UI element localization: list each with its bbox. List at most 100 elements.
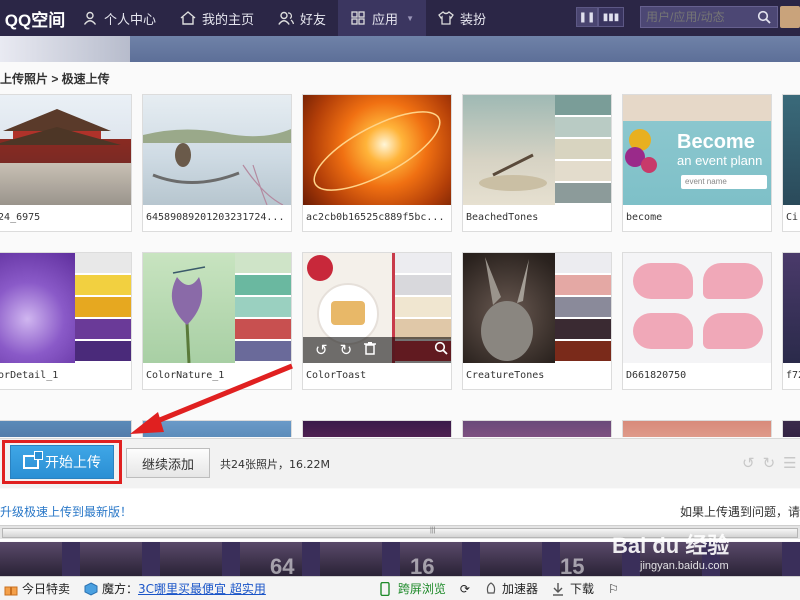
scrollbar-grip-icon: ||| xyxy=(430,527,436,534)
strip-photo[interactable] xyxy=(0,542,62,576)
flag-icon[interactable]: ⚐ xyxy=(608,582,619,596)
accelerator-label: 加速器 xyxy=(501,582,538,596)
cube-icon xyxy=(84,581,98,596)
pause-icon[interactable]: ❚❚ xyxy=(576,7,598,27)
top-navigation: QQ空间 个人中心 我的主页 好友 应用 ▼ 装扮 ❚❚ ▮▮▮ xyxy=(0,0,800,36)
photo-card[interactable]: f72 xyxy=(782,252,800,390)
undo-icon[interactable]: ↺ xyxy=(742,454,755,472)
baidu-watermark-url: jingyan.baidu.com xyxy=(640,560,729,572)
magic-label: 魔方： xyxy=(102,582,139,596)
upload-summary: 共24张照片，16.22M xyxy=(220,458,330,471)
photo-card[interactable] xyxy=(782,420,800,437)
nav-item-apps[interactable]: 应用 ▼ xyxy=(338,0,426,36)
photo-caption: CreatureTones xyxy=(466,370,545,381)
upload-dialog: 上传照片 > 极速上传 1924_6975 645890892012032317… xyxy=(0,62,800,542)
view-toggle: ❚❚ ▮▮▮ xyxy=(576,7,624,27)
strip-number: 16 xyxy=(410,554,435,576)
photo-thumbnail: ↺ ↻ xyxy=(303,253,451,363)
redo-icon[interactable]: ↻ xyxy=(763,454,776,472)
photo-card[interactable] xyxy=(0,420,132,437)
today-deals-label: 今日特卖 xyxy=(22,582,71,596)
delete-icon[interactable] xyxy=(364,341,377,359)
annotation-arrow xyxy=(130,363,293,434)
photo-caption: olorDetail_1 xyxy=(0,370,59,381)
menu-icon[interactable]: ☰ xyxy=(783,454,796,472)
avatar[interactable] xyxy=(780,6,800,28)
shirt-icon xyxy=(438,10,454,26)
photo-card[interactable]: 1924_6975 xyxy=(0,94,132,232)
photo-thumbnail xyxy=(0,95,131,205)
magic-link[interactable]: 3C哪里买最便宜 超实用 xyxy=(138,580,266,597)
fullscreen-browse[interactable]: 跨屏浏览 xyxy=(380,580,446,597)
photo-thumbnail xyxy=(463,253,611,363)
become-subline: an event plann xyxy=(677,153,763,168)
download[interactable]: 下载 xyxy=(552,580,594,597)
color-swatches xyxy=(235,253,291,363)
today-deals[interactable]: 今日特卖 xyxy=(4,580,70,597)
background-banner xyxy=(0,36,800,62)
photo-card[interactable] xyxy=(462,420,612,437)
photo-card[interactable]: CreatureTones xyxy=(462,252,612,390)
photo-caption: f72 xyxy=(786,370,800,381)
photo-thumbnail xyxy=(0,253,131,363)
photo-card[interactable]: 6458908920120323172​4... xyxy=(142,94,292,232)
photo-thumbnail xyxy=(143,95,291,205)
search-box xyxy=(640,6,778,28)
annotation-highlight-box xyxy=(2,440,122,484)
magic-cube: 魔方： 3C哪里买最便宜 超实用 xyxy=(84,580,266,597)
photo-thumbnail xyxy=(783,253,800,363)
nav-item-my-homepage[interactable]: 我的主页 xyxy=(168,0,266,36)
gift-icon xyxy=(4,582,18,596)
photo-card[interactable]: Become an event plann event name become xyxy=(622,94,772,232)
rotate-right-icon[interactable]: ↻ xyxy=(340,341,353,359)
photo-card[interactable]: D661820750 xyxy=(622,252,772,390)
friends-icon xyxy=(278,10,295,26)
photo-caption: BeachedTones xyxy=(466,212,539,223)
accelerator[interactable]: 加速器 xyxy=(484,580,538,597)
home-icon xyxy=(180,10,196,26)
photo-action-overlay: ↺ ↻ xyxy=(303,337,451,363)
photo-card[interactable] xyxy=(622,420,772,437)
nav-item-decorate[interactable]: 装扮 xyxy=(426,0,498,36)
photo-caption: 1924_6975 xyxy=(0,212,41,223)
download-icon xyxy=(552,582,566,596)
bars-icon[interactable]: ▮▮▮ xyxy=(598,7,624,27)
chevron-down-icon: ▼ xyxy=(406,13,414,23)
photo-card[interactable]: Ci xyxy=(782,94,800,232)
nav-label: 个人中心 xyxy=(104,11,157,27)
photo-thumbnail xyxy=(143,253,291,363)
nav-label: 我的主页 xyxy=(202,11,255,27)
qzone-logo[interactable]: QQ空间 xyxy=(0,0,70,36)
photo-card[interactable]: ↺ ↻ ColorToast xyxy=(302,252,452,390)
photo-caption: become xyxy=(626,212,663,223)
photo-caption: Ci xyxy=(786,212,799,223)
photo-caption: ColorToast xyxy=(306,370,367,381)
photo-caption: 6458908920120323172​4... xyxy=(146,212,285,223)
strip-number: 15 xyxy=(560,554,585,576)
strip-photo[interactable] xyxy=(80,542,142,576)
apps-grid-icon xyxy=(350,10,366,26)
upgrade-link[interactable]: 升级极速上传到最新版！ xyxy=(0,503,132,520)
rocket-icon xyxy=(484,581,498,596)
banner-thumbnail xyxy=(0,36,130,62)
refresh-icon[interactable]: ⟳ xyxy=(460,582,470,596)
strip-photo[interactable] xyxy=(320,542,382,576)
fullscreen-label: 跨屏浏览 xyxy=(397,582,446,596)
nav-item-personal-center[interactable]: 个人中心 xyxy=(70,0,168,36)
strip-photo[interactable] xyxy=(160,542,222,576)
nav-item-friends[interactable]: 好友 xyxy=(266,0,338,36)
strip-photo[interactable] xyxy=(480,542,542,576)
search-input[interactable] xyxy=(641,10,753,24)
photo-card[interactable] xyxy=(302,420,452,437)
photo-caption: ac2cb0b16525c889f5bc... xyxy=(306,212,445,223)
search-icon[interactable] xyxy=(753,7,775,27)
continue-add-button[interactable]: 继续添加 xyxy=(126,448,210,478)
photo-thumbnail xyxy=(783,95,800,205)
photo-card[interactable]: ac2cb0b16525c889f5bc... xyxy=(302,94,452,232)
photo-card[interactable]: olorDetail_1 xyxy=(0,252,132,390)
event-name-badge: event name xyxy=(681,175,767,189)
photo-card[interactable]: BeachedTones xyxy=(462,94,612,232)
zoom-icon[interactable] xyxy=(434,341,448,359)
photo-caption: D661820750 xyxy=(626,370,687,381)
rotate-left-icon[interactable]: ↺ xyxy=(315,341,328,359)
